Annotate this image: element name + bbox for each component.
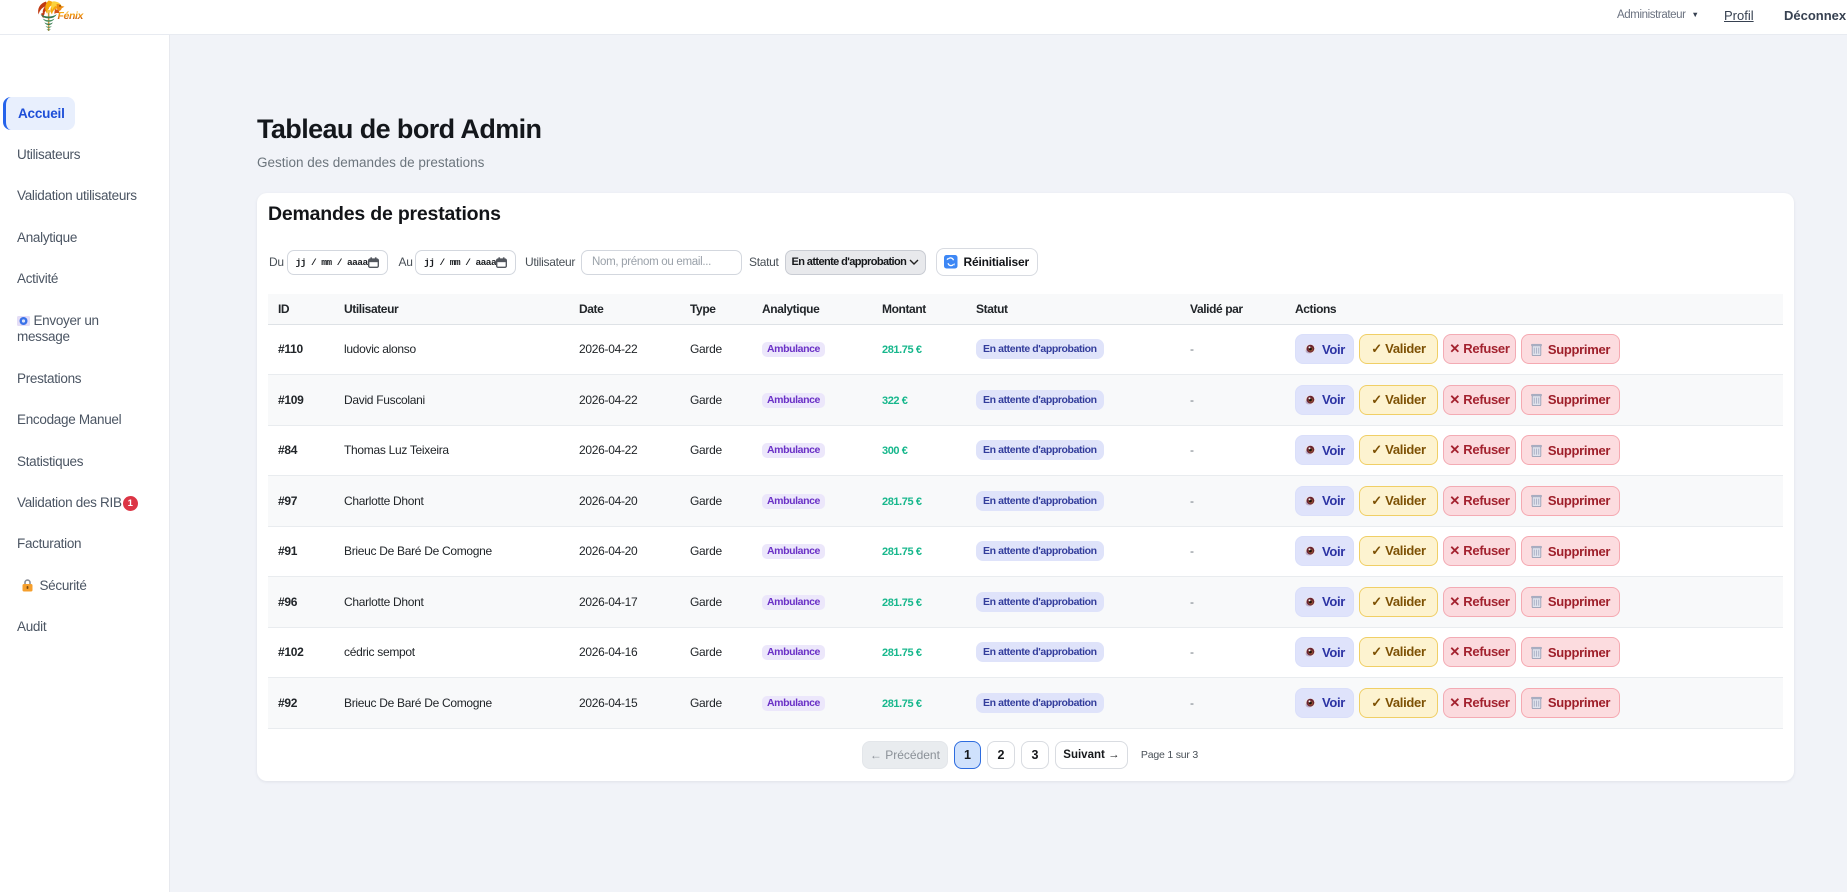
- svg-text:Fénix: Fénix: [58, 10, 85, 22]
